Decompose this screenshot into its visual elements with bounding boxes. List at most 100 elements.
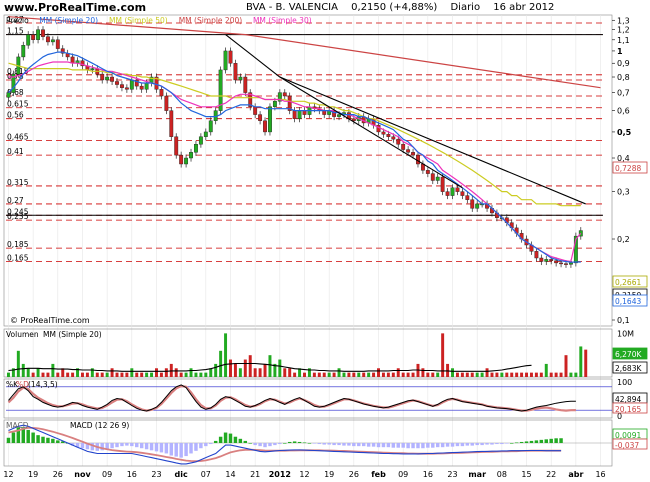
volume-bar (288, 368, 292, 377)
volume-bar (401, 372, 405, 377)
volume-bar (544, 363, 548, 377)
macd-histogram-bar (6, 437, 11, 443)
volume-bar (51, 363, 55, 377)
volume-bar (495, 372, 499, 377)
macd-histogram-bar (470, 443, 474, 446)
macd-histogram-bar (223, 432, 228, 443)
macd-histogram-bar (544, 439, 548, 443)
macd-histogram-bar (243, 440, 248, 443)
price-candle (564, 263, 568, 265)
macd-histogram-bar (169, 443, 174, 456)
volume-bar (490, 372, 494, 377)
volume-bar (421, 368, 425, 377)
volume-bar (283, 368, 287, 377)
macd-histogram-bar (396, 443, 400, 448)
volume-bar (386, 372, 390, 377)
macd-legend-item: MACD (6, 421, 29, 430)
volume-bar (584, 349, 588, 377)
x-tick-label: 23 (447, 470, 457, 479)
x-tick-label: 23 (151, 470, 161, 479)
chart-canvas: 1,271,150,8150,780,680,6150,560,4650,410… (3, 14, 648, 479)
x-tick-label: 21 (250, 470, 260, 479)
x-tick-label: 07 (201, 470, 211, 479)
stoch-value-label: 20,165 (615, 405, 641, 414)
y-tick-label: 0,8 (617, 73, 630, 82)
volume-bar (352, 372, 356, 377)
price-candle (174, 136, 179, 156)
price-legend-item: Precio (6, 16, 29, 25)
trendline (279, 76, 463, 189)
x-tick-label: 26 (53, 470, 63, 479)
volume-bar (130, 368, 134, 377)
macd-histogram-bar (559, 438, 563, 443)
volume-bar (455, 372, 459, 377)
volume-bar (431, 372, 435, 377)
macd-histogram-bar (386, 443, 391, 448)
x-tick-label: 15 (521, 470, 531, 479)
volume-bar (253, 368, 257, 377)
price-candle (233, 63, 238, 81)
macd-histogram-bar (110, 443, 114, 449)
price-candle (100, 73, 105, 81)
macd-histogram-bar (500, 443, 504, 445)
macd-histogram-bar (431, 443, 435, 448)
volume-bar (224, 333, 228, 377)
volume-bar (337, 368, 341, 377)
macd-histogram-bar (440, 443, 445, 448)
price-candle (41, 29, 45, 37)
price-candle (455, 187, 460, 192)
price-candle (292, 110, 297, 119)
price-candle (386, 134, 391, 137)
volume-bar (342, 372, 346, 377)
macd-histogram-bar (292, 441, 297, 443)
volume-bar (204, 372, 208, 377)
macd-histogram-bar (238, 438, 243, 443)
macd-histogram-bar (460, 443, 465, 447)
macd-histogram-bar (302, 442, 307, 444)
volume-bar (426, 372, 430, 377)
x-tick-label: 19 (324, 470, 334, 479)
price-candle (164, 95, 169, 111)
stoch-legend-item: (14,3,5) (28, 380, 58, 389)
price-candle (549, 259, 554, 261)
macd-histogram-bar (31, 432, 35, 443)
x-tick-label: 26 (349, 470, 359, 479)
ma50-line (8, 62, 581, 207)
volume-bar (485, 368, 489, 377)
x-tick-label: 12 (299, 470, 309, 479)
volume-bar (80, 372, 84, 377)
macd-histogram-bar (268, 443, 272, 447)
price-candle (534, 251, 539, 259)
volume-bar (16, 350, 20, 377)
macd-histogram-bar (154, 443, 159, 452)
volume-bar (534, 372, 538, 377)
x-tick-label: 22 (546, 470, 556, 479)
volume-bar (520, 372, 524, 377)
price-candle (144, 82, 149, 90)
price-candle (139, 85, 144, 90)
macd-histogram-bar (549, 438, 553, 443)
volume-bar (110, 368, 114, 377)
price-candle (465, 195, 470, 200)
volume-legend-item: Volumen (6, 330, 39, 339)
y-tick-label: 0,2 (617, 235, 630, 244)
volume-bar (411, 372, 415, 377)
y-tick-label: 1,3 (617, 16, 630, 25)
volume-bar (549, 372, 553, 377)
volume-bar (199, 372, 203, 377)
macd-histogram-bar (411, 443, 415, 449)
ma30-line (8, 61, 582, 263)
macd-histogram-bar (485, 443, 489, 445)
price-candle (337, 114, 341, 117)
price-candle (115, 81, 119, 85)
x-tick-label: 16 (127, 470, 137, 479)
level-label: 0,41 (7, 147, 24, 156)
price-candle (223, 50, 228, 71)
volume-bar (303, 372, 306, 377)
volume-bar (564, 355, 568, 377)
macd-histogram-bar (352, 443, 356, 447)
price-candle (228, 50, 233, 64)
y-tick-label: 0,6 (617, 107, 630, 116)
volume-bar (21, 363, 25, 377)
volume-bar (214, 363, 218, 377)
